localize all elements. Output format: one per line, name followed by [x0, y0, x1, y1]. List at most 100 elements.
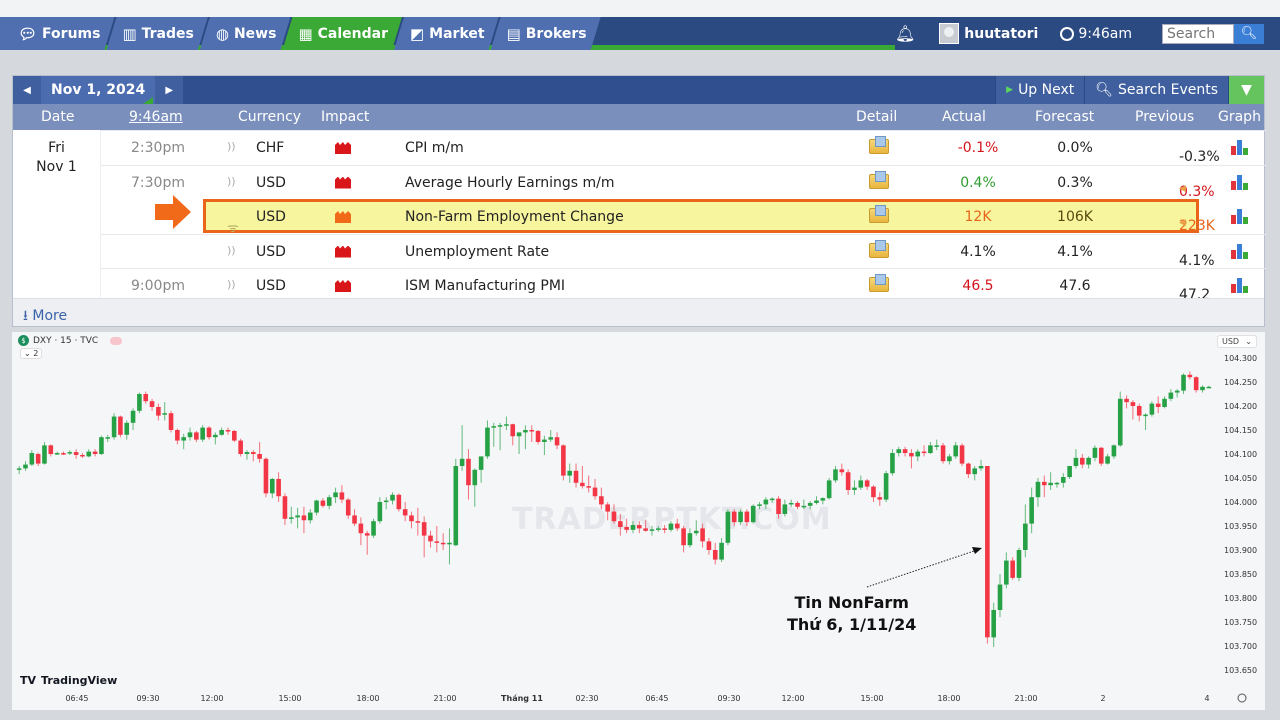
tab-news[interactable]: ◍ News [200, 17, 291, 50]
search-events-button[interactable]: 🔍︎ Search Events [1084, 76, 1228, 104]
candle-body [947, 456, 952, 462]
candle-body [92, 451, 98, 454]
price-chart[interactable]: TRADERPTKT.COM 104.300 104.250 104.200 104.… [12, 332, 1265, 710]
next-day-button[interactable]: ▶ [155, 76, 184, 104]
more-link[interactable]: ⭳ More [13, 298, 1264, 326]
graph-icon[interactable] [1231, 208, 1249, 224]
event-currency: CHF [256, 140, 285, 156]
search-input[interactable] [1162, 23, 1234, 44]
candle-body [105, 437, 111, 439]
candle-body [757, 504, 762, 506]
calendar-actions: ▶ Up Next 🔍︎ Search Events ▼ [995, 76, 1264, 104]
detail-folder-icon[interactable] [869, 274, 889, 292]
x-tick-label: 09:30 [136, 694, 159, 703]
candle-body [1193, 377, 1199, 391]
candle-body [459, 458, 465, 466]
x-tick-label: 12:00 [200, 694, 223, 703]
candle-body [16, 468, 22, 470]
prev-day-button[interactable]: ◀ [13, 76, 41, 104]
col-impact: Impact [321, 109, 370, 125]
tab-calendar[interactable]: ▦ Calendar [282, 17, 402, 50]
candle-body [244, 452, 250, 454]
detail-folder-icon[interactable] [869, 239, 889, 258]
y-tick-label: 103.850 [1224, 570, 1257, 579]
symbol-logo-icon: $ [18, 335, 29, 346]
event-row[interactable]: ᯤ USD Non-Farm Employment Change 12K 106… [203, 199, 1215, 236]
symbol-legend[interactable]: $ DXY · 15 · TVC [18, 335, 123, 346]
candle-body [54, 453, 60, 455]
event-row[interactable]: )) USD Unemployment Rate 4.1% 4.1% 4.1% [101, 233, 1266, 269]
currency-selector[interactable]: USD ⌄ [1217, 335, 1257, 348]
event-title[interactable]: ISM Manufacturing PMI [405, 278, 565, 294]
graph-icon[interactable] [1231, 277, 1249, 293]
event-title[interactable]: CPI m/m [405, 140, 464, 156]
candle-body [333, 492, 338, 498]
x-tick-label: 06:45 [645, 694, 668, 703]
revised-marker-icon: ◀ [1179, 218, 1186, 228]
candle-body [599, 496, 604, 505]
user-menu[interactable]: huutatori [939, 23, 1038, 44]
candle-body [972, 468, 977, 475]
candle-body [307, 512, 313, 521]
candle-body [548, 437, 554, 440]
candle-body [535, 430, 541, 442]
candle-body [674, 523, 680, 529]
candle-body [554, 437, 560, 446]
candle-body [1124, 398, 1129, 403]
sound-alert-icon[interactable]: )) [227, 175, 236, 188]
event-forecast: 106K [1057, 209, 1093, 225]
clock-icon [1060, 26, 1075, 41]
event-title[interactable]: Average Hourly Earnings m/m [405, 175, 614, 191]
detail-folder-icon[interactable] [869, 205, 889, 223]
event-title[interactable]: Unemployment Rate [405, 244, 549, 260]
search-button[interactable]: 🔍︎ [1234, 23, 1264, 44]
detail-folder-icon[interactable] [869, 136, 889, 154]
candle-body [1162, 398, 1167, 407]
sound-alert-icon[interactable]: )) [227, 140, 236, 153]
detail-folder-icon[interactable] [869, 170, 889, 189]
sound-alert-icon[interactable]: )) [227, 278, 236, 291]
candle-body [896, 449, 902, 454]
event-row[interactable]: 2:30pm )) CHF CPI m/m -0.1% 0.0% -0.3% [101, 130, 1266, 165]
candle-body [124, 422, 130, 435]
event-title[interactable]: Non-Farm Employment Change [405, 209, 624, 225]
event-currency: USD [256, 278, 286, 294]
candle-body [339, 492, 345, 500]
notification-bell-icon[interactable]: 🔔︎ [895, 24, 915, 43]
indicators-toggle[interactable]: ⌄ 2 [20, 348, 43, 359]
tab-market[interactable]: ◩ Market [394, 17, 499, 50]
col-time[interactable]: 9:46am [129, 109, 183, 125]
candle-body [542, 439, 547, 442]
candle-body [580, 482, 585, 487]
search-box: 🔍︎ [1162, 23, 1264, 44]
event-forecast: 0.3% [1057, 174, 1093, 191]
date-selector[interactable]: Nov 1, 2024 [41, 76, 156, 104]
up-next-button[interactable]: ▶ Up Next [995, 76, 1085, 104]
candle-body [364, 533, 370, 536]
candle-body [156, 406, 161, 416]
nav-tabs: 💬︎ Forums ▥ Trades ◍ News ▦ Calendar ◩ Market ▤ Bro… [0, 17, 593, 50]
event-row[interactable]: 7:30pm )) USD Average Hourly Earnings m/… [101, 164, 1266, 200]
tab-trades[interactable]: ▥ Trades [106, 17, 207, 50]
tab-forums[interactable]: 💬︎ Forums [0, 17, 114, 50]
calendar-panel: ◀ Nov 1, 2024 ▶ ▶ Up Next 🔍︎ Search Events… [12, 75, 1266, 327]
candle-body [1206, 386, 1212, 389]
candle-body [213, 434, 218, 438]
candle-body [1067, 466, 1072, 478]
candle-body [269, 478, 275, 494]
candle-body [738, 511, 743, 523]
clock[interactable]: 9:46am [1060, 26, 1132, 42]
filter-button[interactable]: ▼ [1228, 76, 1264, 104]
sound-alert-icon[interactable]: )) [227, 244, 236, 257]
graph-icon[interactable] [1231, 174, 1249, 190]
arrow-right-icon: ▶ [165, 84, 174, 96]
graph-icon[interactable] [1231, 139, 1249, 155]
tab-brokers[interactable]: ▤ Brokers [491, 17, 601, 50]
annotation-arrow-head [972, 547, 982, 554]
candle-body [637, 525, 642, 529]
tradingview-logo[interactable]: 𝗧𝗩 TradingView [20, 674, 117, 687]
candle-body [1143, 414, 1148, 417]
event-row[interactable]: 9:00pm )) USD ISM Manufacturing PMI 46.5… [101, 268, 1266, 303]
graph-icon[interactable] [1231, 243, 1249, 259]
candle-body [257, 454, 262, 459]
